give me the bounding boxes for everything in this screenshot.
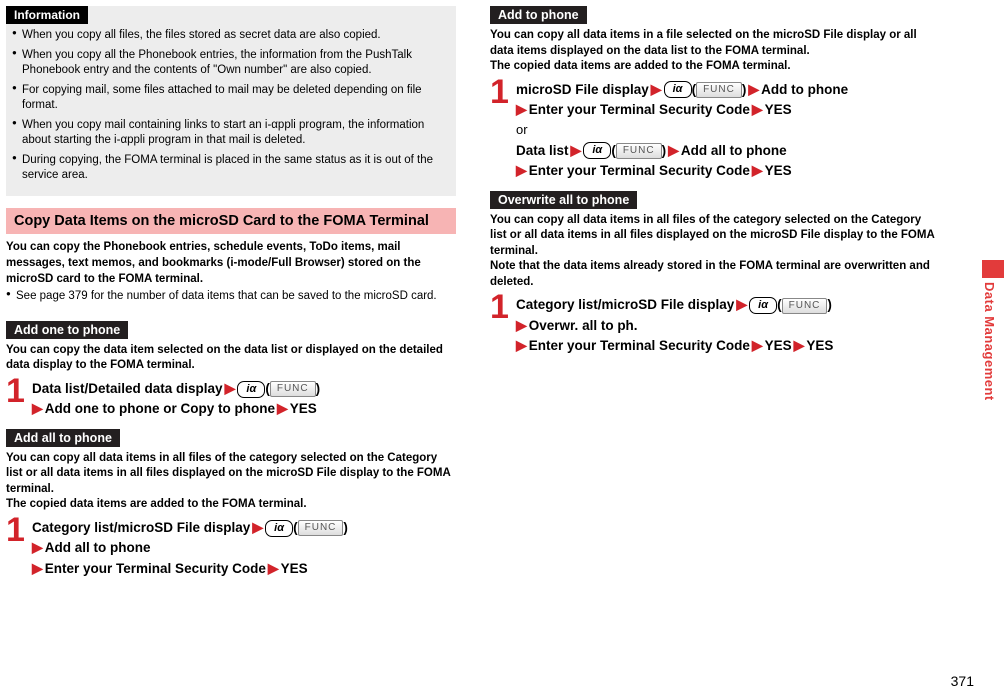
func-label: FUNC [696, 82, 742, 98]
arrow-icon: ▶ [516, 317, 527, 333]
add-to-tab: Add to phone [490, 6, 587, 24]
information-heading: Information [6, 6, 88, 24]
step-1: 1 microSD File display▶iα(FUNC)▶Add to p… [490, 77, 940, 181]
arrow-icon: ▶ [516, 162, 527, 178]
step-text: Add to phone [761, 82, 848, 97]
yes-label: YES [765, 163, 792, 178]
arrow-icon: ▶ [750, 162, 765, 178]
yes-label: YES [290, 401, 317, 416]
step-text: Enter your Terminal Security Code [529, 338, 750, 353]
text: The copied data items are added to the F… [6, 498, 307, 510]
right-column: Add to phone You can copy all data items… [490, 6, 940, 582]
step-number: 1 [490, 77, 510, 108]
step-text: Enter your Terminal Security Code [45, 561, 266, 576]
add-one-tab: Add one to phone [6, 321, 128, 339]
arrow-icon: ▶ [746, 81, 761, 97]
step-1: 1 Data list/Detailed data display▶iα(FUN… [6, 376, 456, 419]
step-text: Category list/microSD File display [516, 297, 734, 312]
step-text: Enter your Terminal Security Code [529, 102, 750, 117]
key-icon: iα [237, 381, 265, 398]
overwrite-desc: You can copy all data items in all files… [490, 213, 940, 291]
yes-label: YES [281, 561, 308, 576]
add-all-desc: You can copy all data items in all files… [6, 451, 456, 513]
arrow-icon: ▶ [275, 400, 290, 416]
arrow-icon: ▶ [516, 337, 527, 353]
info-item: When you copy all files, the files store… [12, 28, 450, 44]
step-text: Add one to phone or Copy to phone [45, 401, 275, 416]
step-number: 1 [6, 376, 26, 407]
step-body: Category list/microSD File display▶iα(FU… [516, 292, 833, 356]
left-column: Information When you copy all files, the… [6, 6, 456, 582]
step-text: microSD File display [516, 82, 649, 97]
yes-label: YES [765, 102, 792, 117]
step-body: Data list/Detailed data display▶iα(FUNC)… [32, 376, 320, 419]
step-body: microSD File display▶iα(FUNC)▶Add to pho… [516, 77, 848, 181]
or-text: or [516, 122, 528, 137]
text: You can copy all data items in all files… [6, 452, 450, 495]
step-body: Category list/microSD File display▶iα(FU… [32, 515, 348, 579]
step-text: Data list/Detailed data display [32, 381, 223, 396]
yes-label: YES [765, 338, 792, 353]
page-number: 371 [951, 673, 974, 689]
information-box: Information When you copy all files, the… [6, 6, 456, 196]
func-label: FUNC [270, 381, 316, 397]
step-text: Add all to phone [681, 143, 787, 158]
text: Note that the data items already stored … [490, 260, 930, 288]
arrow-icon: ▶ [516, 101, 527, 117]
step-1: 1 Category list/microSD File display▶iα(… [490, 292, 940, 356]
intro-note: See page 379 for the number of data item… [6, 289, 456, 305]
add-all-tab: Add all to phone [6, 429, 120, 447]
step-text: Category list/microSD File display [32, 520, 250, 535]
info-item: For copying mail, some files attached to… [12, 83, 450, 114]
key-icon: iα [664, 81, 692, 98]
add-to-desc: You can copy all data items in a file se… [490, 28, 940, 75]
side-tab: Data Management [982, 260, 1004, 401]
step-number: 1 [6, 515, 26, 546]
step-text: Overwr. all to ph. [529, 318, 638, 333]
step-number: 1 [490, 292, 510, 323]
arrow-icon: ▶ [32, 560, 43, 576]
step-text: Add all to phone [45, 540, 151, 555]
key-icon: iα [265, 520, 293, 537]
arrow-icon: ▶ [734, 296, 749, 312]
info-item: During copying, the FOMA terminal is pla… [12, 153, 450, 184]
step-text: Data list [516, 143, 569, 158]
step-1: 1 Category list/microSD File display▶iα(… [6, 515, 456, 579]
add-one-desc: You can copy the data item selected on t… [6, 343, 456, 374]
arrow-icon: ▶ [649, 81, 664, 97]
text: You can copy all data items in all files… [490, 214, 934, 257]
text: You can copy all data items in a file se… [490, 29, 917, 57]
func-label: FUNC [298, 520, 344, 536]
arrow-icon: ▶ [666, 142, 681, 158]
arrow-icon: ▶ [32, 539, 43, 555]
arrow-icon: ▶ [266, 560, 281, 576]
arrow-icon: ▶ [32, 400, 43, 416]
intro-text: You can copy the Phonebook entries, sche… [6, 240, 456, 287]
overwrite-tab: Overwrite all to phone [490, 191, 637, 209]
arrow-icon: ▶ [569, 142, 584, 158]
arrow-icon: ▶ [750, 101, 765, 117]
side-tab-label: Data Management [982, 278, 997, 401]
arrow-icon: ▶ [223, 380, 238, 396]
section-heading: Copy Data Items on the microSD Card to t… [6, 208, 456, 235]
text: The copied data items are added to the F… [490, 60, 791, 72]
func-label: FUNC [616, 143, 662, 159]
step-text: Enter your Terminal Security Code [529, 163, 750, 178]
key-icon: iα [749, 297, 777, 314]
arrow-icon: ▶ [250, 519, 265, 535]
side-red-block [982, 260, 1004, 278]
information-list: When you copy all files, the files store… [12, 28, 450, 184]
func-label: FUNC [782, 298, 828, 314]
key-icon: iα [583, 142, 611, 159]
arrow-icon: ▶ [750, 337, 765, 353]
info-item: When you copy mail containing links to s… [12, 118, 450, 149]
yes-label: YES [806, 338, 833, 353]
arrow-icon: ▶ [792, 337, 807, 353]
info-item: When you copy all the Phonebook entries,… [12, 48, 450, 79]
